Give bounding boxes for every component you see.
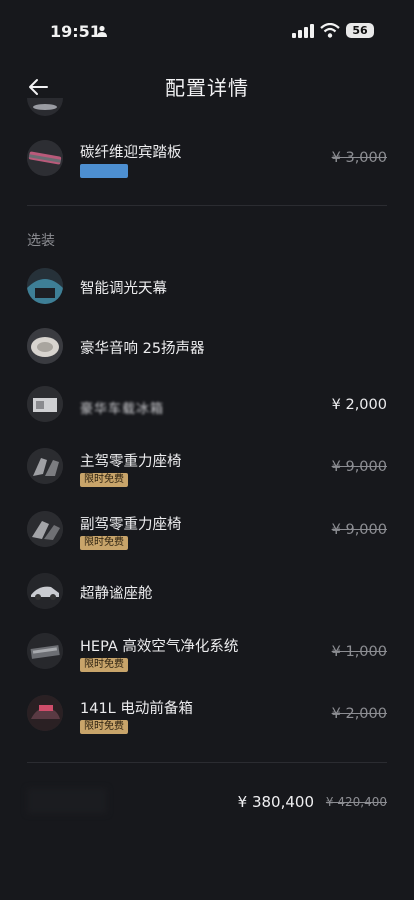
item-thumbnail [27, 386, 63, 422]
item-thumbnail [27, 140, 63, 176]
item-price: ¥ 9,000 [331, 522, 387, 538]
item-name: HEPA 高效空气净化系统 [80, 639, 239, 655]
blurred-area [27, 788, 107, 814]
total-price: ¥ 380,400 [237, 793, 314, 811]
list-item-passenger-seat[interactable]: 副驾零重力座椅 限时免费 ¥ 9,000 [0, 511, 414, 561]
list-item-frunk[interactable]: 141L 电动前备箱 限时免费 ¥ 2,000 [0, 695, 414, 745]
list-item-carbon-pedal[interactable]: 碳纤维迎宾踏板 ¥ 3,000 [0, 140, 414, 190]
status-time: 19:51 [50, 22, 101, 41]
item-name: 豪华车载冰箱 [80, 402, 165, 417]
section-label: 选装 [27, 233, 55, 249]
list-item-driver-seat[interactable]: 主驾零重力座椅 限时免费 ¥ 9,000 [0, 448, 414, 498]
wifi-icon [320, 23, 340, 38]
free-badge: 限时免费 [80, 536, 128, 550]
free-badge: 限时免费 [80, 720, 128, 734]
item-thumbnail [27, 573, 63, 609]
item-thumbnail [27, 448, 63, 484]
person-icon [97, 25, 107, 37]
item-name: 智能调光天幕 [80, 281, 167, 297]
status-bar: 19:51 56 [0, 0, 414, 60]
partial-item-thumbnail [27, 98, 63, 116]
item-price: ¥ 9,000 [331, 459, 387, 475]
list-item-quiet-cabin[interactable]: 超静谧座舱 [0, 573, 414, 623]
total-bar: ¥ 380,400 ¥ 420,400 [0, 780, 414, 825]
free-badge: 限时免费 [80, 658, 128, 672]
divider [27, 762, 387, 763]
item-thumbnail [27, 633, 63, 669]
item-price: ¥ 2,000 [331, 397, 387, 413]
item-name: 豪华音响 25扬声器 [80, 341, 205, 357]
item-thumbnail [27, 328, 63, 364]
divider [27, 205, 387, 206]
item-name: 副驾零重力座椅 [80, 517, 182, 533]
list-item-blurred[interactable]: ¥ 2,000 [0, 386, 414, 436]
battery-icon: 56 [346, 23, 374, 38]
color-swatch [80, 164, 128, 178]
item-thumbnail [27, 695, 63, 731]
page-title: 配置详情 [165, 76, 249, 100]
total-original-price: ¥ 420,400 [325, 795, 387, 809]
list-item-smart-roof[interactable]: 智能调光天幕 [0, 268, 414, 318]
item-price: ¥ 2,000 [331, 706, 387, 722]
item-name: 超静谧座舱 [80, 586, 153, 602]
list-item-hepa[interactable]: HEPA 高效空气净化系统 限时免费 ¥ 1,000 [0, 633, 414, 683]
signal-icon [292, 24, 314, 38]
item-thumbnail [27, 268, 63, 304]
list-item-audio[interactable]: 豪华音响 25扬声器 [0, 328, 414, 378]
item-name: 141L 电动前备箱 [80, 701, 193, 717]
item-price: ¥ 3,000 [331, 150, 387, 166]
item-price: ¥ 1,000 [331, 644, 387, 660]
item-name: 碳纤维迎宾踏板 [80, 145, 182, 161]
item-thumbnail [27, 511, 63, 547]
item-name: 主驾零重力座椅 [80, 454, 182, 470]
free-badge: 限时免费 [80, 473, 128, 487]
